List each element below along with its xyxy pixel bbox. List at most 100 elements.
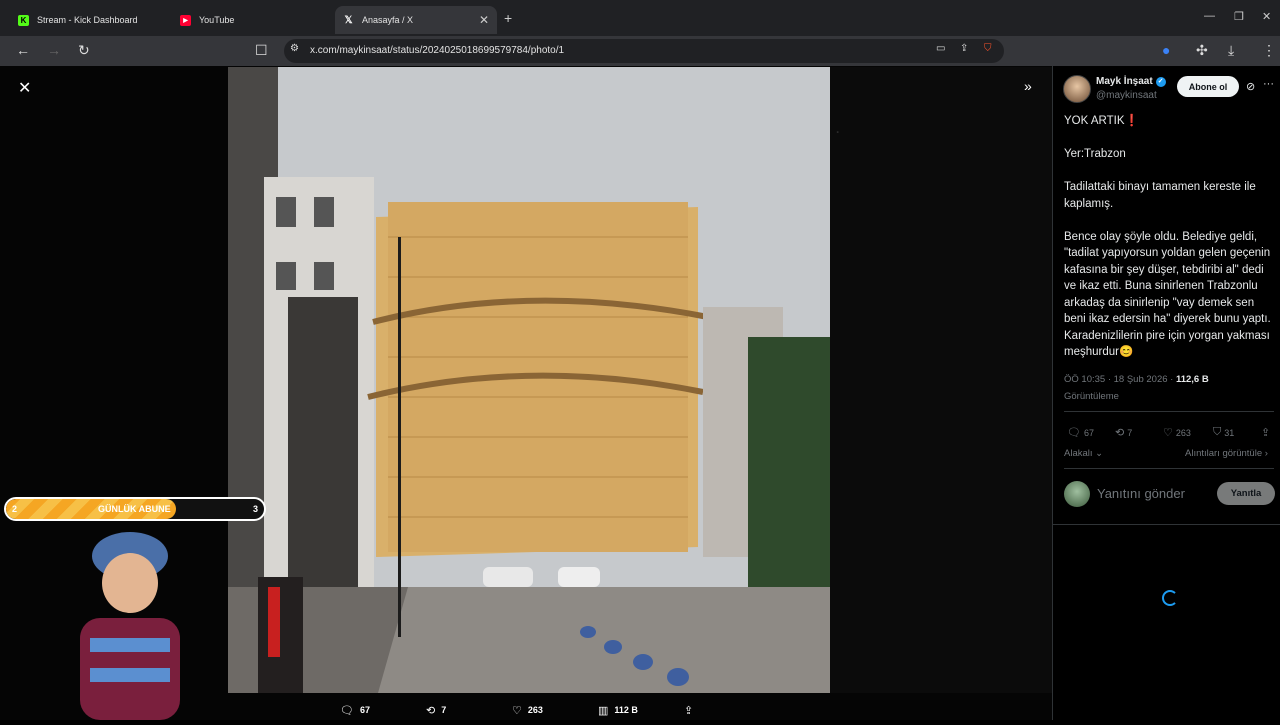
youtube-icon: ▶ [180,14,191,26]
goal-current: 2 [12,504,18,514]
restore-icon[interactable]: ❐ [1234,10,1244,23]
address-bar[interactable]: ⚙ x.com/maykinsaat/status/20240250186995… [284,39,1004,63]
tweet-paragraph: Yer:Trabzon [1064,148,1126,160]
tab-youtube[interactable]: ▶ YouTube [172,6,330,34]
share-icon: ⇪ [1261,427,1271,439]
heart-icon: ♡ [512,704,522,717]
bookmark-icon: ⛉ [1213,426,1222,438]
photo-views-button[interactable]: ▥ 112 B [598,700,684,720]
reply-count: 67 [1083,427,1094,438]
tweet-side-panel: Mayk İnşaat ✓ @maykinsaat Abone ol ⊘ ···… [1052,66,1280,720]
like-count: 263 [1175,427,1191,438]
view-quotes-link[interactable]: Alıntıları görüntüle › [1185,448,1268,459]
building-photo-illustration [228,67,830,693]
view-quotes-label: Alıntıları görüntüle [1185,448,1263,459]
tweet-timestamp[interactable]: ÖÖ 10:35 · 18 Şub 2026 · 112,6 B [1064,374,1209,385]
wallet-icon[interactable]: ● [1162,42,1170,58]
photo-action-bar: 🗨 67 ⟲ 7 ♡ 263 ▥ 112 B ⇪ [340,700,720,720]
tweet-photo[interactable] [228,67,830,693]
tab-bar: K Stream - Kick Dashboard ▶ YouTube 𝕏 An… [0,0,1280,36]
goal-label: GÜNLÜK ABUNE [98,504,171,514]
url-text: x.com/maykinsaat/status/2024025018699579… [310,45,565,56]
author-handle[interactable]: @maykinsaat [1096,90,1157,101]
minimize-icon[interactable]: — [1204,10,1215,22]
share-button[interactable]: ⇪ [1261,426,1270,439]
tweet-paragraph: Bence olay şöyle oldu. Belediye geldi, "… [1064,230,1271,359]
close-tab-icon[interactable]: ✕ [479,13,489,27]
menu-icon[interactable]: ⋮ [1262,42,1276,59]
streamer-figure-illustration [80,532,180,720]
bookmark-icon[interactable]: ☐ [255,42,268,59]
reply-icon: 🗨 [340,704,354,717]
author-name-text: Mayk İnşaat [1096,76,1153,87]
photo-share-button[interactable]: ⇪ [684,700,714,720]
download-icon[interactable]: ⤓ [1228,42,1234,59]
tweet-paragraph: YOK ARTIK❗ [1064,115,1139,127]
reply-submit-button[interactable]: Yanıtla [1217,482,1275,505]
verified-badge-icon: ✓ [1155,76,1166,87]
author-name[interactable]: Mayk İnşaat ✓ [1096,76,1166,87]
more-options-icon[interactable]: ··· [1263,78,1274,90]
browser-toolbar: ← → ↻ ☐ ⚙ x.com/maykinsaat/status/202402… [0,36,1280,66]
loading-spinner-icon [1162,590,1178,606]
new-tab-button[interactable]: + [504,10,512,26]
photo-like-count: 263 [527,705,543,715]
expand-panel-icon[interactable]: » [1024,78,1032,94]
reply-button[interactable]: 🗨 67 [1067,426,1094,439]
like-button[interactable]: ♡ 263 [1163,426,1191,439]
heart-icon: ♡ [1163,427,1173,439]
tab-title: Stream - Kick Dashboard [37,15,138,25]
photo-reply-count: 67 [359,705,370,715]
bookmark-button[interactable]: ⛉ 31 [1213,426,1234,439]
subscriber-goal-bar: 2 GÜNLÜK ABUNE 3 [4,497,266,521]
repost-button[interactable]: ⟲ 7 [1115,426,1132,439]
tab-kick[interactable]: K Stream - Kick Dashboard [10,6,168,34]
close-viewer-icon[interactable]: ✕ [18,78,31,98]
ghost-heading: · [836,125,840,139]
tab-title: Anasayfa / X [362,15,414,25]
tweet-actions: 🗨 67 ⟲ 7 ♡ 263 ⛉ 31 ⇪ [1067,426,1277,440]
cast-icon[interactable]: ▭ [936,43,945,54]
photo-reply-button[interactable]: 🗨 67 [340,700,426,720]
share-icon: ⇪ [684,704,694,717]
x-icon: 𝕏 [344,14,353,26]
share-icon[interactable]: ⇪ [960,43,968,54]
brave-shield-icon[interactable]: ⛉ [984,43,992,54]
grok-icon[interactable]: ⊘ [1246,80,1255,93]
kick-icon: K [18,14,29,26]
reload-icon[interactable]: ↻ [78,42,90,59]
reply-input[interactable]: Yanıtını gönder [1097,486,1185,501]
photo-repost-count: 7 [441,705,447,715]
bookmark-count: 31 [1224,427,1235,438]
chevron-right-icon: › [1262,448,1268,459]
divider [1064,468,1274,469]
extensions-icon[interactable]: ✣ [1196,42,1208,59]
tweet-paragraph: Tadilattaki binayı tamamen kereste ile k… [1064,181,1256,210]
relevance-label: Alakalı [1064,448,1093,459]
streamer-avatar-figure [50,528,210,720]
chevron-down-icon: ⌄ [1092,448,1104,459]
photo-repost-button[interactable]: ⟲ 7 [426,700,512,720]
follow-button[interactable]: Abone ol [1177,76,1239,97]
forward-icon[interactable]: → [47,42,61,58]
repost-count: 7 [1127,427,1133,438]
relevance-dropdown[interactable]: Alakalı ⌄ [1064,448,1103,459]
views-icon: ▥ [598,704,609,717]
tab-title: YouTube [199,15,235,25]
views-label: Görüntüleme [1064,391,1119,402]
window-close-icon[interactable]: ✕ [1262,10,1271,23]
background-page-dimmed: · [830,67,1052,693]
reply-icon: 🗨 [1067,427,1081,439]
author-avatar[interactable] [1063,75,1091,103]
divider [1064,411,1274,412]
divider [1053,524,1280,525]
repost-icon: ⟲ [1115,427,1125,439]
repost-icon: ⟲ [426,704,436,717]
photo-like-button[interactable]: ♡ 263 [512,700,598,720]
site-settings-icon[interactable]: ⚙ [290,43,299,54]
tab-x[interactable]: 𝕏 Anasayfa / X ✕ [335,6,497,34]
back-icon[interactable]: ← [16,42,30,58]
tweet-view-count: 112,6 B [1175,374,1209,385]
user-avatar [1064,481,1090,507]
tweet-text: YOK ARTIK❗ Yer:Trabzon Tadilattaki binay… [1064,113,1276,377]
